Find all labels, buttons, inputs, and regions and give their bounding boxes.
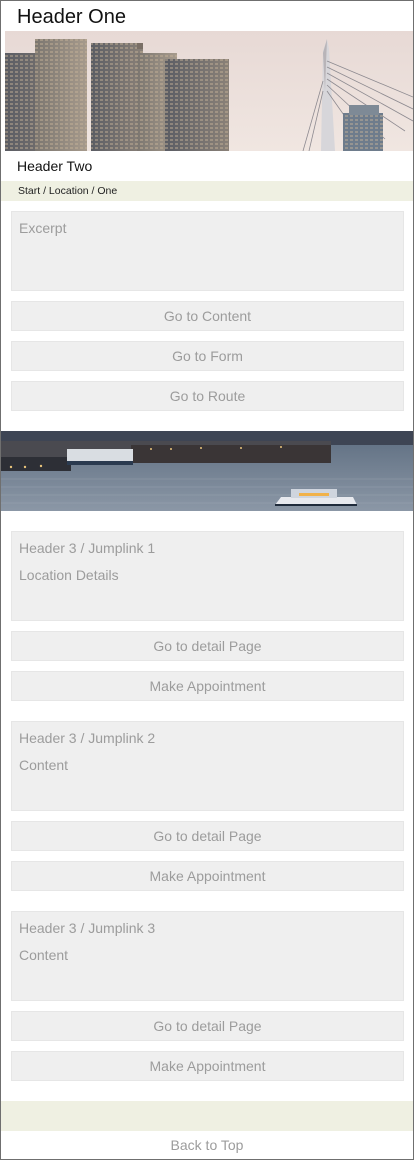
location-3-heading[interactable]: Header 3 / Jumplink 3 — [19, 920, 155, 936]
location-1-body: Location Details — [19, 567, 119, 583]
location-2-detail-button[interactable]: Go to detail Page — [11, 821, 404, 851]
location-3-appointment-button[interactable]: Make Appointment — [11, 1051, 404, 1081]
page-frame: Header One Header Two Start / Location /… — [0, 0, 414, 1160]
location-2-appointment-button[interactable]: Make Appointment — [11, 861, 404, 891]
excerpt-text: Excerpt — [19, 220, 67, 236]
location-1-detail-button[interactable]: Go to detail Page — [11, 631, 404, 661]
back-to-top-link[interactable]: Back to Top — [1, 1137, 413, 1153]
river-image — [1, 431, 413, 511]
location-1-heading[interactable]: Header 3 / Jumplink 1 — [19, 540, 155, 556]
location-3-body: Content — [19, 947, 69, 963]
go-to-route-button[interactable]: Go to Route — [11, 381, 404, 411]
location-1-appointment-button[interactable]: Make Appointment — [11, 671, 404, 701]
location-card-3: Header 3 / Jumplink 3 Content — [11, 911, 404, 1001]
location-card-1: Header 3 / Jumplink 1 Location Details — [11, 531, 404, 621]
excerpt-box: Excerpt — [11, 211, 404, 291]
go-to-form-button[interactable]: Go to Form — [11, 341, 404, 371]
go-to-content-button[interactable]: Go to Content — [11, 301, 404, 331]
hero-image — [5, 31, 413, 151]
footer-band — [1, 1101, 413, 1131]
header-two: Header Two — [17, 158, 93, 174]
header-one: Header One — [17, 6, 126, 28]
location-2-body: Content — [19, 757, 69, 773]
location-2-heading[interactable]: Header 3 / Jumplink 2 — [19, 730, 155, 746]
location-card-2: Header 3 / Jumplink 2 Content — [11, 721, 404, 811]
breadcrumb: Start / Location / One — [1, 181, 413, 201]
location-3-detail-button[interactable]: Go to detail Page — [11, 1011, 404, 1041]
breadcrumb-text[interactable]: Start / Location / One — [18, 185, 117, 197]
